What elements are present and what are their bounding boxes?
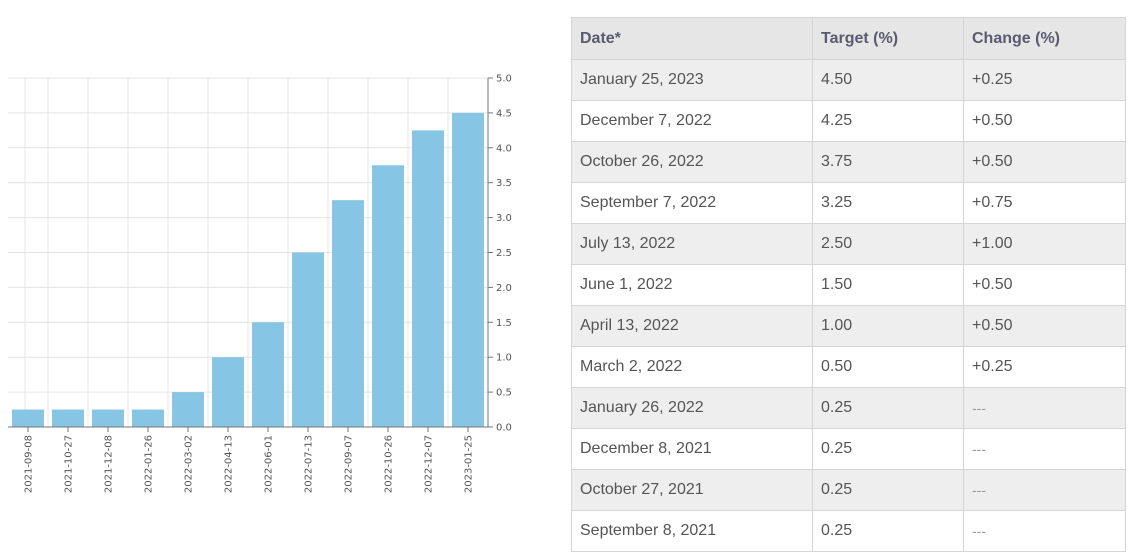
x-tick-label: 2021-10-27 [64, 435, 75, 493]
cell-change: --- [963, 510, 1126, 552]
cell-target: 0.25 [812, 469, 964, 511]
cell-date: September 8, 2021 [571, 510, 813, 552]
y-tick-label: 1.0 [496, 353, 512, 364]
table-row: March 2, 2022 0.50 +0.25 [571, 346, 1126, 388]
bar [12, 409, 44, 427]
x-tick-label: 2022-10-26 [384, 435, 395, 493]
bar [212, 357, 244, 427]
cell-target: 3.25 [812, 182, 964, 224]
cell-date: April 13, 2022 [571, 305, 813, 347]
cell-change: +0.50 [963, 264, 1126, 306]
cell-date: October 27, 2021 [571, 469, 813, 511]
y-tick-label: 5.0 [496, 74, 512, 85]
bar [452, 112, 484, 428]
bar-chart: 0.0 0.5 1.0 1.5 2.0 2.5 3.0 3.5 4.0 4.5 5.0 2021-09… [8, 74, 512, 493]
x-tick-label: 2022-12-07 [424, 435, 435, 493]
y-tick-label: 3.0 [496, 213, 512, 224]
cell-date: December 8, 2021 [571, 428, 813, 470]
table-row: December 8, 2021 0.25 --- [571, 428, 1126, 470]
y-tick-label: 3.5 [496, 178, 512, 189]
bar [412, 130, 444, 427]
header-change: Change (%) [963, 17, 1126, 60]
table-row: June 1, 2022 1.50 +0.50 [571, 264, 1126, 306]
y-tick-label: 0.5 [496, 388, 512, 399]
x-tick-label: 2022-09-07 [344, 435, 355, 493]
bar [292, 252, 324, 427]
cell-change: +1.00 [963, 223, 1126, 265]
y-tick-label: 2.5 [496, 248, 512, 259]
table-row: September 8, 2021 0.25 --- [571, 510, 1126, 552]
header-target: Target (%) [812, 17, 964, 60]
x-tick-label: 2022-06-01 [264, 435, 275, 493]
cell-change: +0.50 [963, 100, 1126, 142]
cell-date: January 25, 2023 [571, 59, 813, 101]
bar [92, 409, 124, 427]
bar [172, 392, 204, 427]
y-tick-label: 1.5 [496, 318, 512, 329]
table-row: December 7, 2022 4.25 +0.50 [571, 100, 1126, 142]
bar [52, 409, 84, 427]
x-tick-label: 2022-04-13 [224, 435, 235, 493]
x-tick-label: 2021-12-08 [104, 435, 115, 493]
y-tick-label: 0.0 [496, 423, 512, 434]
cell-change: --- [963, 469, 1126, 511]
cell-target: 1.50 [812, 264, 964, 306]
cell-target: 0.50 [812, 346, 964, 388]
cell-change: --- [963, 387, 1126, 429]
cell-change: +0.50 [963, 305, 1126, 347]
cell-date: January 26, 2022 [571, 387, 813, 429]
x-tick-label: 2022-01-26 [144, 435, 155, 493]
table-row: January 25, 2023 4.50 +0.25 [571, 59, 1126, 101]
table-row: July 13, 2022 2.50 +1.00 [571, 223, 1126, 265]
x-tick-label: 2021-09-08 [24, 435, 35, 493]
cell-target: 4.25 [812, 100, 964, 142]
cell-target: 2.50 [812, 223, 964, 265]
cell-target: 0.25 [812, 510, 964, 552]
cell-target: 1.00 [812, 305, 964, 347]
cell-date: December 7, 2022 [571, 100, 813, 142]
table-header-row: Date* Target (%) Change (%) [571, 17, 1126, 60]
table-row: April 13, 2022 1.00 +0.50 [571, 305, 1126, 347]
cell-change: +0.75 [963, 182, 1126, 224]
bar [252, 322, 284, 427]
x-tick-label: 2023-01-25 [464, 435, 475, 493]
rate-table: Date* Target (%) Change (%) January 25, … [571, 17, 1126, 552]
y-tick-label: 4.5 [496, 108, 512, 119]
x-tick-label: 2022-03-02 [184, 435, 195, 493]
cell-date: October 26, 2022 [571, 141, 813, 183]
bar [372, 165, 404, 427]
cell-change: +0.25 [963, 346, 1126, 388]
cell-change: --- [963, 428, 1126, 470]
bar [332, 200, 364, 427]
cell-change: +0.25 [963, 59, 1126, 101]
bar [132, 409, 164, 427]
table-row: September 7, 2022 3.25 +0.75 [571, 182, 1126, 224]
cell-date: September 7, 2022 [571, 182, 813, 224]
cell-change: +0.50 [963, 141, 1126, 183]
x-tick-label: 2022-07-13 [304, 435, 315, 493]
cell-target: 0.25 [812, 428, 964, 470]
cell-date: March 2, 2022 [571, 346, 813, 388]
cell-target: 0.25 [812, 387, 964, 429]
cell-target: 3.75 [812, 141, 964, 183]
cell-date: June 1, 2022 [571, 264, 813, 306]
header-date: Date* [571, 17, 813, 60]
table-row: October 26, 2022 3.75 +0.50 [571, 141, 1126, 183]
cell-target: 4.50 [812, 59, 964, 101]
rate-table-container: Date* Target (%) Change (%) January 25, … [571, 17, 1126, 552]
cell-date: July 13, 2022 [571, 223, 813, 265]
y-tick-label: 4.0 [496, 143, 512, 154]
table-row: October 27, 2021 0.25 --- [571, 469, 1126, 511]
table-row: January 26, 2022 0.25 --- [571, 387, 1126, 429]
y-tick-label: 2.0 [496, 283, 512, 294]
